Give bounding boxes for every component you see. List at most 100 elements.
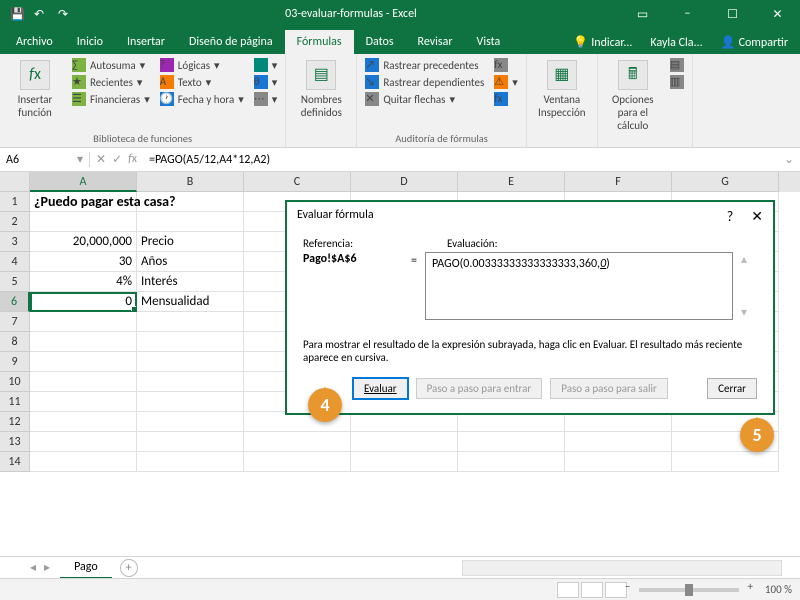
row-header[interactable]: 4 [0, 252, 30, 272]
cell[interactable]: 20,000,000 [30, 232, 137, 252]
row-header[interactable]: 14 [0, 452, 30, 472]
row-header[interactable]: 11 [0, 392, 30, 412]
row-header[interactable]: 9 [0, 352, 30, 372]
enter-formula-icon[interactable]: ✓ [112, 152, 122, 167]
horizontal-scrollbar[interactable] [462, 560, 782, 576]
trace-dependents-button[interactable]: ↘Rastrear dependientes [365, 75, 484, 89]
lookup-button[interactable]: ▾ [254, 58, 278, 72]
save-icon[interactable]: 💾 [10, 7, 24, 21]
page-layout-view-icon[interactable] [581, 582, 603, 598]
tab-inicio[interactable]: Inicio [65, 30, 115, 54]
col-header-c[interactable]: C [244, 172, 351, 192]
date-button[interactable]: 🕐Fecha y hora ▾ [160, 92, 244, 106]
cell[interactable]: Años [137, 252, 244, 272]
dialog-title: Evaluar fórmula [297, 208, 374, 225]
cell[interactable]: Mensualidad [137, 292, 244, 312]
col-header-g[interactable]: G [672, 172, 779, 192]
tab-datos[interactable]: Datos [354, 30, 406, 54]
cell[interactable]: Precio [137, 232, 244, 252]
tab-diseno[interactable]: Diseño de página [177, 30, 285, 54]
math-button[interactable]: θ▾ [254, 75, 278, 89]
minimize-icon[interactable]: − [665, 0, 710, 28]
eval-scrollbar[interactable]: ▴▾ [741, 252, 757, 320]
evaluate-formula-button[interactable]: fx [494, 92, 518, 106]
user-account[interactable]: Kayla Cla... [644, 32, 708, 54]
zoom-slider[interactable] [639, 588, 739, 592]
cell[interactable]: 4% [30, 272, 137, 292]
sheet-next-icon[interactable]: ▸ [44, 560, 50, 575]
dialog-help-icon[interactable]: ? [727, 208, 734, 225]
page-break-view-icon[interactable] [605, 582, 627, 598]
share-button[interactable]: 👤Compartir [715, 31, 794, 54]
more-button[interactable]: ⋯▾ [254, 92, 278, 106]
insert-function-button[interactable]: fx Insertar función [8, 58, 62, 130]
dialog-close-icon[interactable]: ✕ [751, 208, 763, 225]
tell-me[interactable]: 💡Indicar... [567, 31, 638, 54]
tab-archivo[interactable]: Archivo [4, 30, 65, 54]
formula-input[interactable]: =PAGO(A5/12,A4*12,A2) [143, 153, 778, 167]
row-header[interactable]: 7 [0, 312, 30, 332]
expand-formula-icon[interactable]: ⌄ [778, 152, 800, 167]
tab-insertar[interactable]: Insertar [115, 30, 177, 54]
show-formulas-button[interactable]: fx [494, 58, 518, 72]
row-header[interactable]: 2 [0, 212, 30, 232]
cell[interactable]: ¿Puedo pagar esta casa? [30, 192, 137, 212]
watch-window-button[interactable]: ▦ Ventana Inspección [535, 58, 589, 143]
row-header[interactable]: 5 [0, 272, 30, 292]
row-header[interactable]: 8 [0, 332, 30, 352]
calc-options-button[interactable]: 🖩 Opciones para el cálculo [606, 58, 660, 143]
remove-arrows-button[interactable]: ✕Quitar flechas ▾ [365, 92, 484, 106]
evaluate-button[interactable]: Evaluar [353, 378, 408, 399]
row-header[interactable]: 13 [0, 432, 30, 452]
cancel-formula-icon[interactable]: ✕ [96, 152, 106, 167]
tab-revisar[interactable]: Revisar [406, 30, 465, 54]
names-icon: ▤ [306, 60, 336, 90]
cell[interactable]: 30 [30, 252, 137, 272]
undo-icon[interactable]: ↶ [34, 7, 48, 21]
fx-insert-icon[interactable]: fx [128, 152, 137, 167]
financial-button[interactable]: ☰Financieras ▾ [72, 92, 150, 106]
col-header-d[interactable]: D [351, 172, 458, 192]
close-icon[interactable]: ✕ [755, 0, 800, 28]
select-all-button[interactable] [0, 172, 30, 192]
ribbon-options-icon[interactable]: ▭ [620, 0, 665, 28]
new-sheet-button[interactable]: + [120, 559, 138, 577]
name-box[interactable]: A6▾ [0, 152, 90, 167]
col-header-e[interactable]: E [458, 172, 565, 192]
callout-5: 5 [740, 418, 774, 452]
trace-precedents-button[interactable]: ↗Rastrear precedentes [365, 58, 484, 72]
normal-view-icon[interactable] [557, 582, 579, 598]
row-header[interactable]: 6 [0, 292, 30, 312]
maximize-icon[interactable]: ☐ [710, 0, 755, 28]
close-button[interactable]: Cerrar [707, 378, 757, 399]
calc-now-button[interactable]: ▤ [670, 58, 684, 72]
sheet-tab[interactable]: Pago [60, 557, 112, 579]
row-header[interactable]: 10 [0, 372, 30, 392]
ribbon-tabs: Archivo Inicio Insertar Diseño de página… [0, 28, 800, 54]
row-header[interactable]: 3 [0, 232, 30, 252]
col-header-a[interactable]: A [30, 172, 137, 192]
calc-sheet-button[interactable]: ▥ [670, 75, 684, 89]
col-header-b[interactable]: B [137, 172, 244, 192]
zoom-level[interactable]: 100 % [765, 583, 792, 596]
tab-formulas[interactable]: Fórmulas [285, 30, 354, 54]
evaluation-box: PAGO(0.00333333333333333,360,0) [425, 252, 733, 320]
logical-button[interactable]: ?Lógicas ▾ [160, 58, 244, 72]
cell[interactable]: Interés [137, 272, 244, 292]
names-defined-button[interactable]: ▤ Nombres definidos [294, 58, 348, 143]
redo-icon[interactable]: ↷ [58, 7, 72, 21]
text-button[interactable]: ATexto ▾ [160, 75, 244, 89]
row-header[interactable]: 12 [0, 412, 30, 432]
reference-value: Pago!$A$6 [303, 252, 403, 266]
step-in-button: Paso a paso para entrar [416, 378, 543, 399]
recent-button[interactable]: ★Recientes ▾ [72, 75, 150, 89]
cell-selected[interactable]: 0 [30, 292, 137, 312]
dialog-hint: Para mostrar el resultado de la expresió… [303, 338, 757, 364]
sheet-prev-icon[interactable]: ◂ [30, 560, 36, 575]
autosum-button[interactable]: ∑Autosuma ▾ [72, 58, 150, 72]
step-out-button: Paso a paso para salir [550, 378, 668, 399]
col-header-f[interactable]: F [565, 172, 672, 192]
error-check-button[interactable]: ⚠▾ [494, 75, 518, 89]
row-header[interactable]: 1 [0, 192, 30, 212]
tab-vista[interactable]: Vista [465, 30, 513, 54]
